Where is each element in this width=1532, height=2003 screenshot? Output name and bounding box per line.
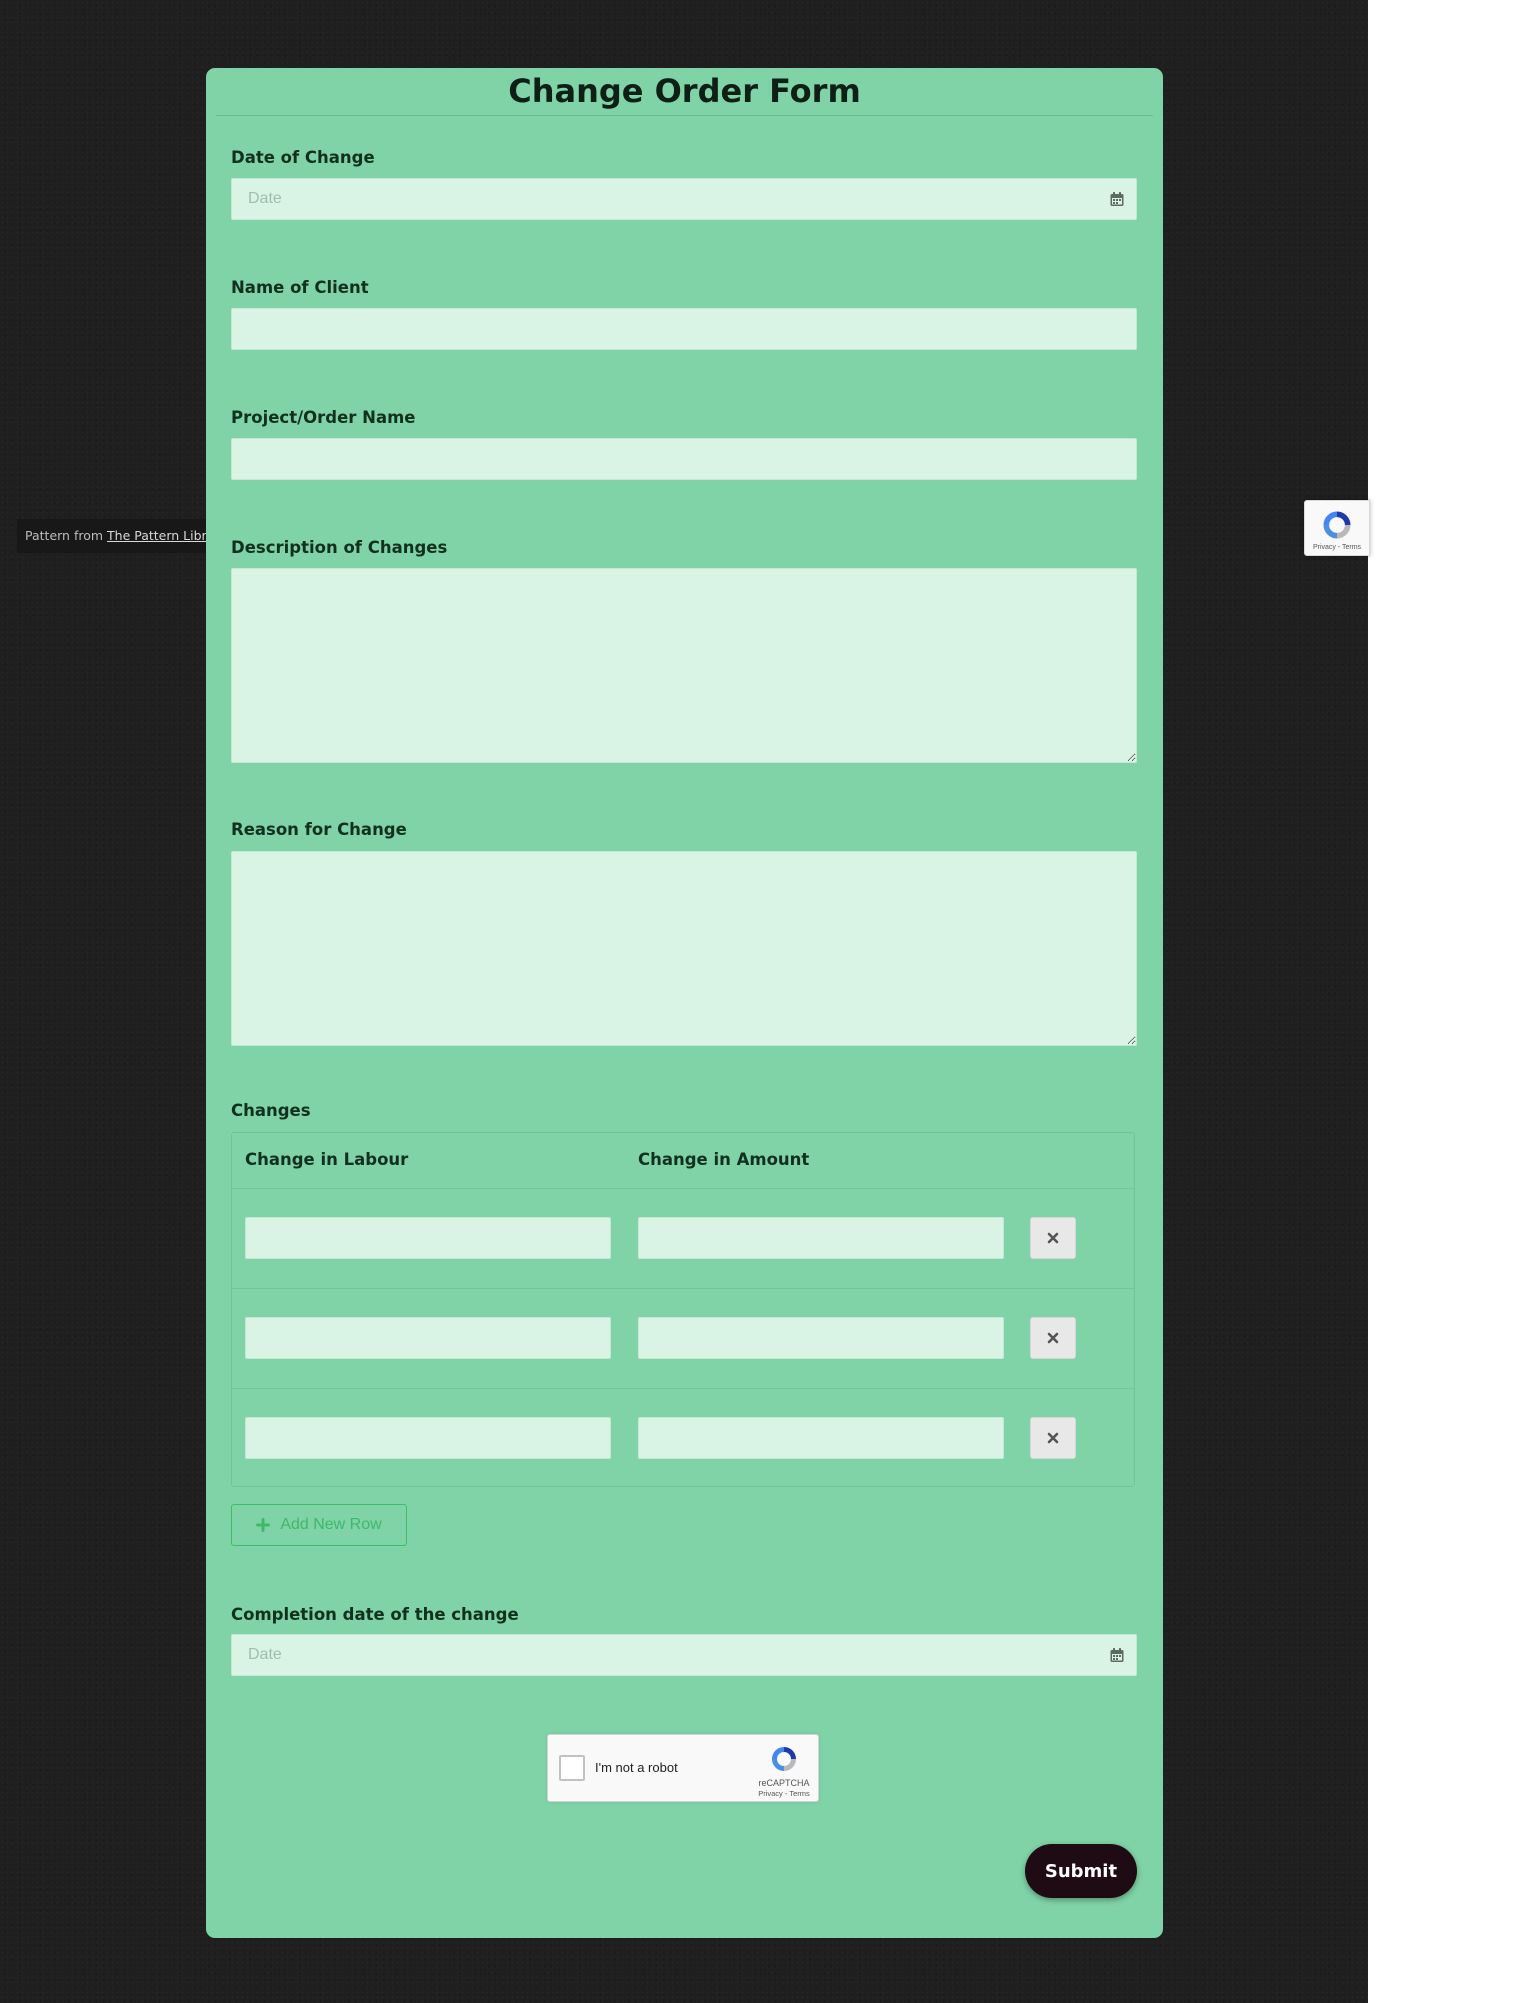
recaptcha-label: I'm not a robot <box>595 1760 678 1775</box>
remove-row-button-2[interactable] <box>1030 1317 1076 1359</box>
times-icon <box>1047 1432 1059 1444</box>
pattern-credit: Pattern from The Pattern Library <box>17 519 207 553</box>
project-order-name-input[interactable] <box>231 438 1137 480</box>
plus-icon <box>256 1518 271 1532</box>
name-of-client-label: Name of Client <box>231 278 369 297</box>
change-in-amount-input-1[interactable] <box>638 1217 1004 1259</box>
date-of-change-input[interactable] <box>231 178 1137 220</box>
title-divider <box>216 115 1153 116</box>
calendar-icon[interactable] <box>1109 191 1125 207</box>
change-order-form: Change Order Form Date of Change Name of… <box>206 68 1163 1938</box>
changes-label: Changes <box>231 1101 311 1120</box>
date-of-change-label: Date of Change <box>231 148 375 167</box>
times-icon <box>1047 1232 1059 1244</box>
recaptcha-logo-icon <box>1323 511 1351 539</box>
row-divider <box>232 1288 1134 1289</box>
remove-row-button-3[interactable] <box>1030 1417 1076 1459</box>
change-in-labour-input-3[interactable] <box>245 1417 611 1459</box>
change-in-labour-input-1[interactable] <box>245 1217 611 1259</box>
pattern-credit-prefix: Pattern from <box>25 528 108 543</box>
reason-for-change-textarea[interactable] <box>231 851 1137 1046</box>
completion-date-input[interactable] <box>231 1634 1137 1676</box>
description-of-changes-label: Description of Changes <box>231 538 448 557</box>
row-divider <box>232 1388 1134 1389</box>
remove-row-button-1[interactable] <box>1030 1217 1076 1259</box>
page-title: Change Order Form <box>508 72 861 110</box>
recaptcha-widget: I'm not a robot reCAPTCHA Privacy - Term… <box>547 1734 819 1802</box>
change-in-labour-input-2[interactable] <box>245 1317 611 1359</box>
add-new-row-button[interactable]: Add New Row <box>231 1504 407 1546</box>
recaptcha-privacy-terms-link[interactable]: Privacy - Terms <box>756 1789 812 1798</box>
name-of-client-input[interactable] <box>231 308 1137 350</box>
recaptcha-brand: reCAPTCHA <box>758 1778 810 1788</box>
column-header-amount: Change in Amount <box>638 1150 810 1169</box>
change-in-amount-input-3[interactable] <box>638 1417 1004 1459</box>
calendar-icon[interactable] <box>1109 1647 1125 1663</box>
change-in-amount-input-2[interactable] <box>638 1317 1004 1359</box>
add-new-row-label: Add New Row <box>280 1516 382 1533</box>
times-icon <box>1047 1332 1059 1344</box>
completion-date-label: Completion date of the change <box>231 1605 519 1624</box>
page: Pattern from The Pattern Library Change … <box>0 0 1532 2003</box>
recaptcha-badge-terms[interactable]: Privacy - Terms <box>1305 544 1369 551</box>
recaptcha-badge[interactable]: Privacy - Terms <box>1304 500 1370 556</box>
submit-button[interactable]: Submit <box>1025 1844 1137 1898</box>
recaptcha-checkbox[interactable] <box>559 1755 585 1781</box>
column-header-labour: Change in Labour <box>245 1150 409 1169</box>
project-order-name-label: Project/Order Name <box>231 408 416 427</box>
pattern-library-link[interactable]: The Pattern Library <box>107 528 207 543</box>
reason-for-change-label: Reason for Change <box>231 820 407 839</box>
description-of-changes-textarea[interactable] <box>231 568 1137 763</box>
recaptcha-logo-icon <box>772 1747 796 1771</box>
changes-table: Change in Labour Change in Amount <box>231 1132 1135 1487</box>
row-divider <box>232 1188 1134 1189</box>
